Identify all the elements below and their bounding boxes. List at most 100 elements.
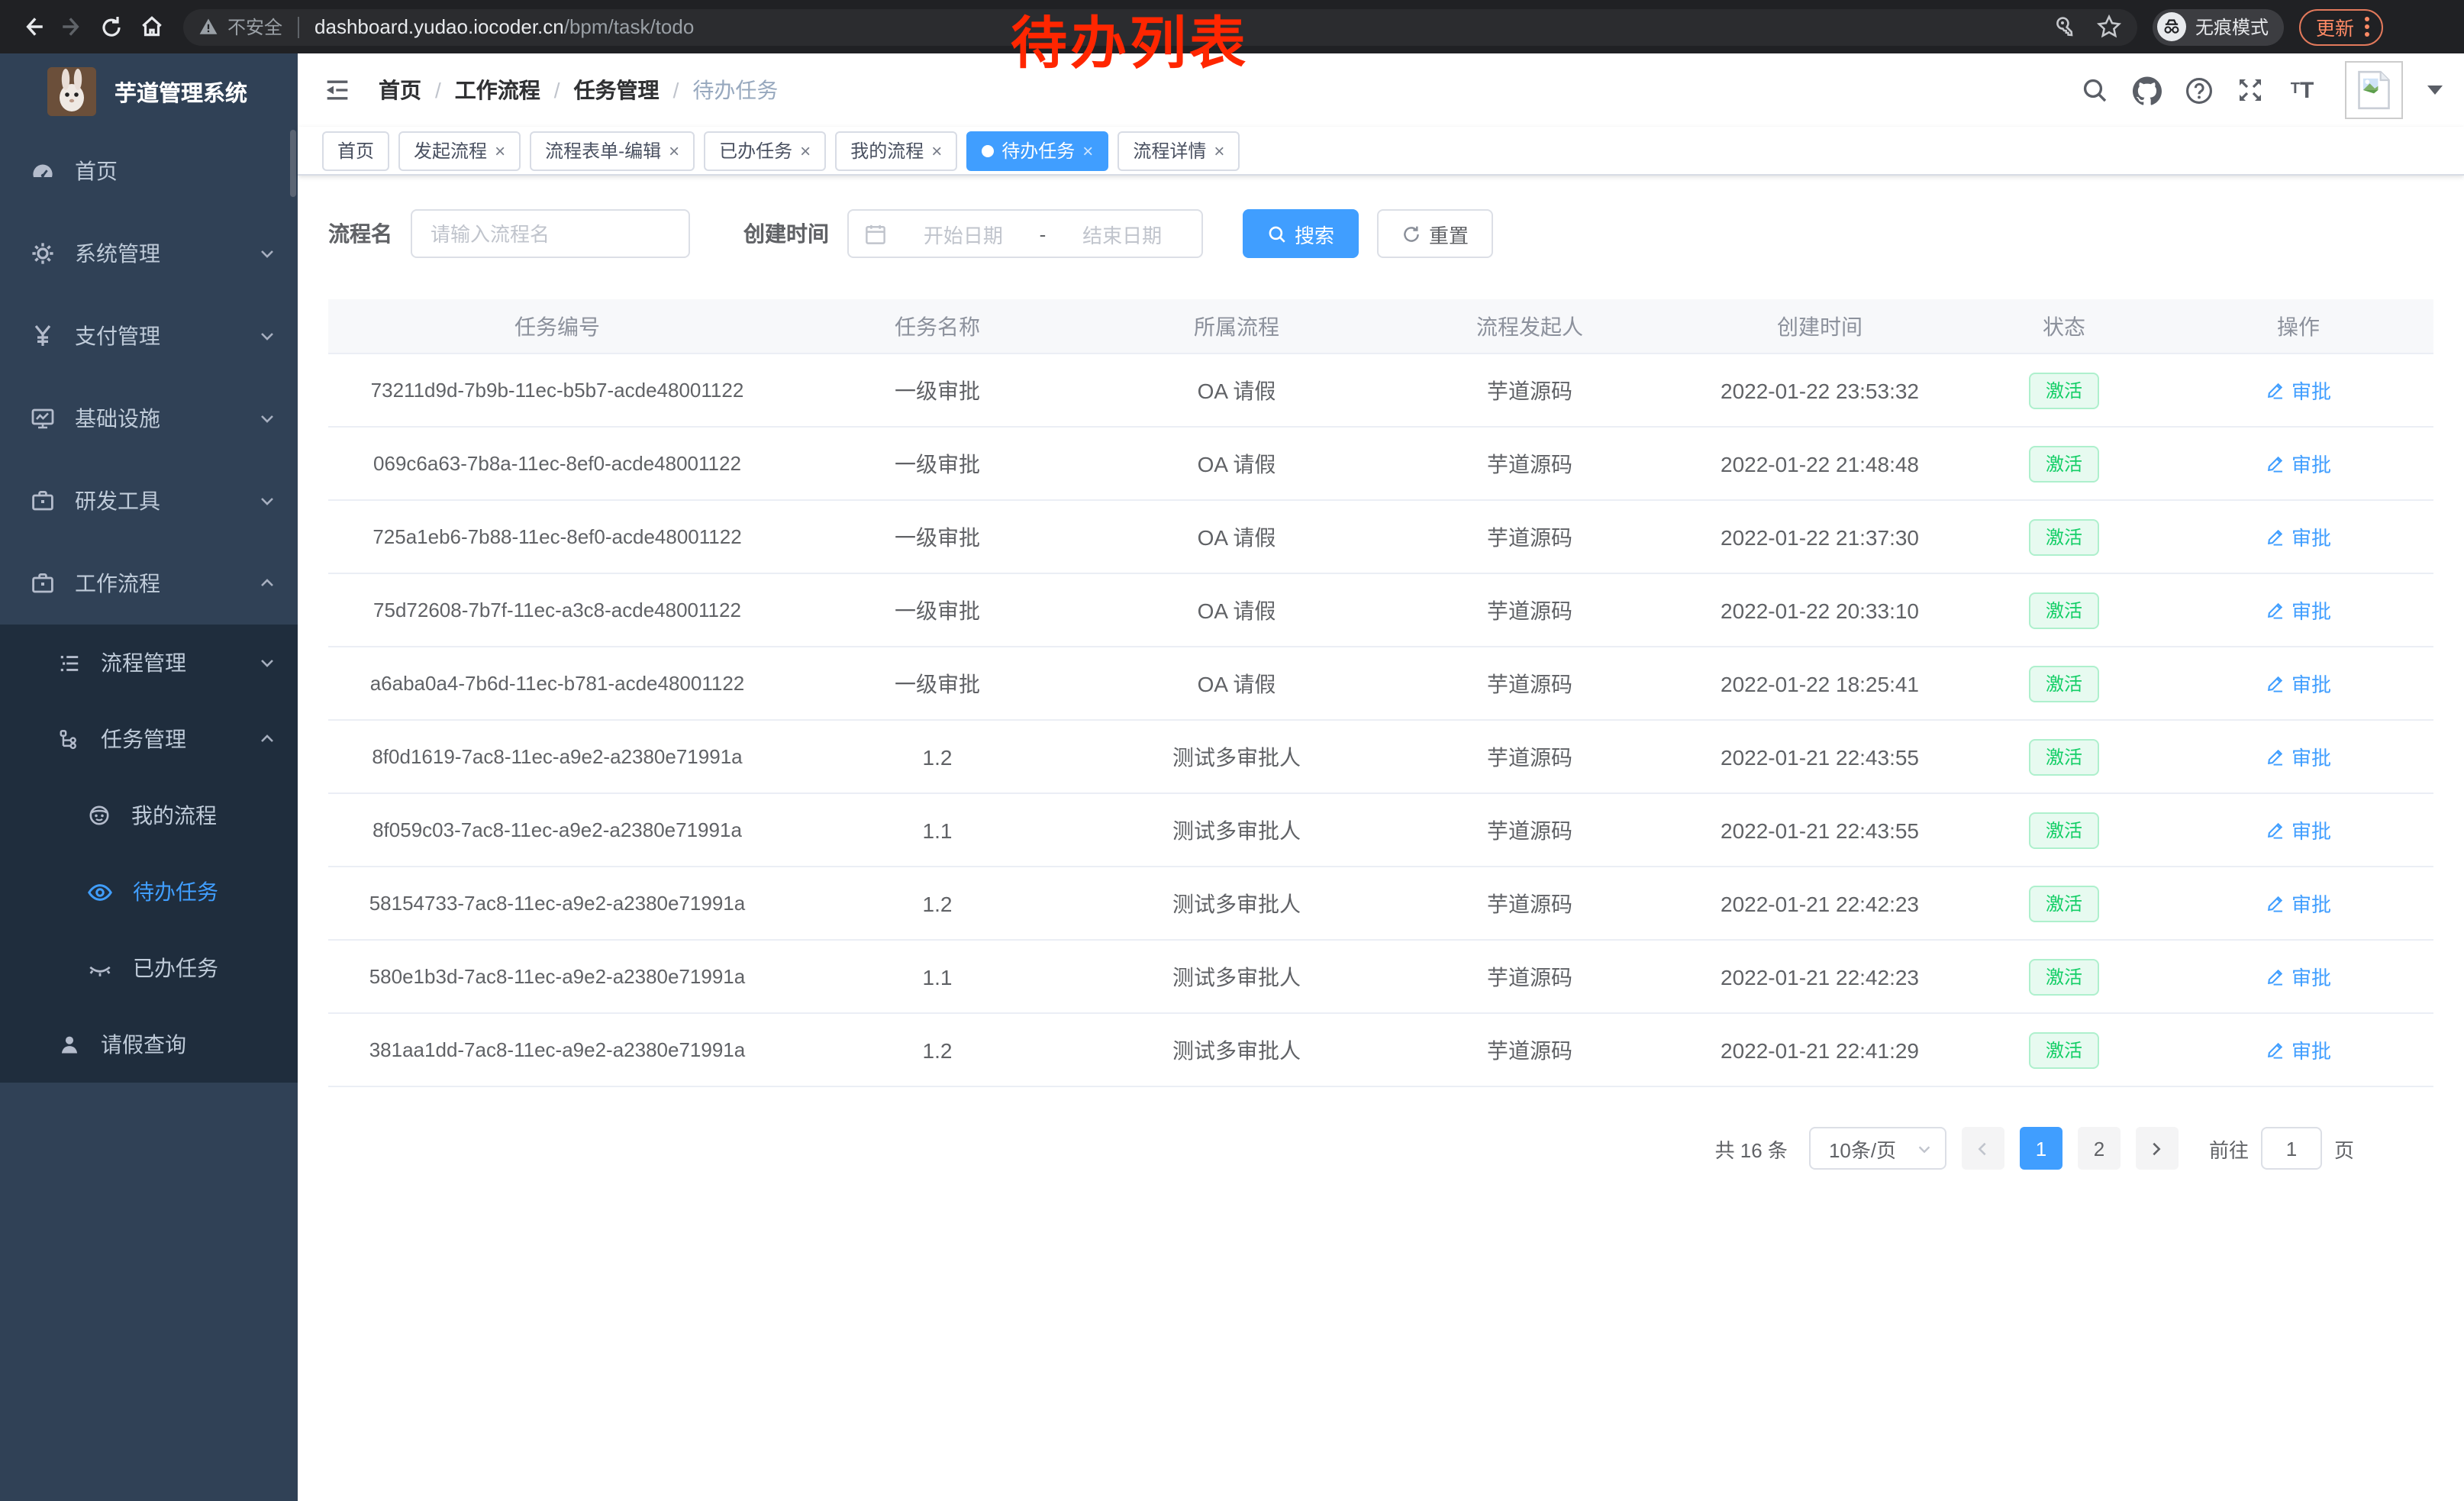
approve-link[interactable]: 审批 bbox=[2266, 815, 2331, 844]
security-warning[interactable]: 不安全 bbox=[198, 14, 282, 40]
sidebar-item-workflow[interactable]: 工作流程 bbox=[0, 542, 298, 625]
prev-page-button[interactable] bbox=[1962, 1127, 2004, 1170]
sidebar-item-task-mgmt[interactable]: 任务管理 bbox=[0, 701, 298, 777]
sidebar-item-my-process[interactable]: 我的流程 bbox=[0, 777, 298, 854]
breadcrumb-workflow[interactable]: 工作流程 bbox=[455, 75, 540, 105]
date-range-picker[interactable]: 开始日期 - 结束日期 bbox=[847, 209, 1203, 258]
chevron-down-icon bbox=[258, 244, 276, 263]
help-icon[interactable] bbox=[2183, 75, 2214, 105]
sidebar-item-process-mgmt[interactable]: 流程管理 bbox=[0, 625, 298, 701]
approve-link[interactable]: 审批 bbox=[2266, 889, 2331, 918]
browser-update-button[interactable]: 更新 bbox=[2299, 8, 2383, 45]
breadcrumb-home[interactable]: 首页 bbox=[379, 75, 421, 105]
close-icon[interactable]: × bbox=[800, 141, 811, 160]
page-button-2[interactable]: 2 bbox=[2078, 1127, 2121, 1170]
tab-start-process[interactable]: 发起流程× bbox=[398, 131, 521, 170]
goto-label: 前往 bbox=[2209, 1134, 2249, 1163]
tags-view-bar: 首页 发起流程× 流程表单-编辑× 已办任务× 我的流程× 待办任务× 流程详情… bbox=[298, 127, 2464, 176]
cell-created-time: 2022-01-21 22:43:55 bbox=[1675, 818, 1965, 842]
approve-link[interactable]: 审批 bbox=[2266, 376, 2331, 405]
reset-button[interactable]: 重置 bbox=[1377, 209, 1493, 258]
warning-icon bbox=[198, 17, 218, 37]
bookmark-star-icon[interactable] bbox=[2096, 14, 2122, 40]
sidebar-scrollbar[interactable] bbox=[290, 130, 296, 197]
sidebar-item-todo-tasks[interactable]: 待办任务 bbox=[0, 854, 298, 930]
user-icon bbox=[58, 1033, 81, 1056]
cell-process: 测试多审批人 bbox=[1088, 888, 1385, 918]
goto-unit: 页 bbox=[2334, 1134, 2354, 1163]
process-name-input[interactable] bbox=[411, 209, 690, 258]
cell-created-time: 2022-01-21 22:41:29 bbox=[1675, 1038, 1965, 1062]
tab-home[interactable]: 首页 bbox=[322, 131, 389, 170]
browser-forward-icon[interactable] bbox=[52, 7, 92, 47]
approve-link[interactable]: 审批 bbox=[2266, 1035, 2331, 1064]
close-icon[interactable]: × bbox=[495, 141, 505, 160]
sidebar-item-infrastructure[interactable]: 基础设施 bbox=[0, 377, 298, 460]
browser-menu-icon[interactable] bbox=[2365, 17, 2369, 37]
approve-link[interactable]: 审批 bbox=[2266, 522, 2331, 551]
chevron-up-icon bbox=[258, 574, 276, 592]
sidebar-collapse-icon[interactable] bbox=[318, 70, 357, 110]
approve-link[interactable]: 审批 bbox=[2266, 742, 2331, 771]
cell-task-id: 8f059c03-7ac8-11ec-a9e2-a2380e71991a bbox=[328, 818, 786, 841]
tab-process-detail[interactable]: 流程详情× bbox=[1118, 131, 1240, 170]
approve-link[interactable]: 审批 bbox=[2266, 962, 2331, 991]
briefcase-icon bbox=[31, 489, 55, 513]
browser-reload-icon[interactable] bbox=[92, 7, 131, 47]
close-icon[interactable]: × bbox=[1082, 141, 1093, 160]
avatar[interactable] bbox=[2345, 61, 2403, 119]
fullscreen-icon[interactable] bbox=[2235, 75, 2266, 105]
incognito-icon bbox=[2157, 12, 2186, 41]
sidebar-item-leave-query[interactable]: 请假查询 bbox=[0, 1006, 298, 1083]
close-icon[interactable]: × bbox=[1214, 141, 1224, 160]
cell-created-time: 2022-01-21 22:42:23 bbox=[1675, 891, 1965, 915]
close-icon[interactable]: × bbox=[669, 141, 679, 160]
top-navbar: 首页 / 工作流程 / 任务管理 / 待办任务 bbox=[298, 53, 2464, 127]
tab-done-tasks[interactable]: 已办任务× bbox=[704, 131, 826, 170]
tab-todo-tasks[interactable]: 待办任务× bbox=[966, 131, 1108, 170]
end-date-placeholder: 结束日期 bbox=[1058, 219, 1186, 248]
status-badge: 激活 bbox=[2029, 592, 2099, 628]
tab-my-process[interactable]: 我的流程× bbox=[835, 131, 957, 170]
browser-home-icon[interactable] bbox=[131, 7, 171, 47]
edit-pen-icon bbox=[2266, 673, 2285, 693]
search-icon[interactable] bbox=[2079, 75, 2110, 105]
tab-form-edit[interactable]: 流程表单-编辑× bbox=[530, 131, 695, 170]
breadcrumb-task-mgmt[interactable]: 任务管理 bbox=[574, 75, 660, 105]
column-header: 所属流程 bbox=[1088, 311, 1385, 341]
list-icon bbox=[58, 651, 81, 674]
page-size-select[interactable]: 10条/页 bbox=[1809, 1127, 1946, 1170]
sidebar-item-devtools[interactable]: 研发工具 bbox=[0, 460, 298, 542]
goto-page-input[interactable] bbox=[2261, 1127, 2322, 1170]
page-button-1[interactable]: 1 bbox=[2020, 1127, 2062, 1170]
incognito-label: 无痕模式 bbox=[2195, 14, 2269, 40]
table-row: 725a1eb6-7b88-11ec-8ef0-acde48001122 一级审… bbox=[328, 501, 2433, 574]
broken-image-icon bbox=[2357, 70, 2391, 110]
sidebar-item-home[interactable]: 首页 bbox=[0, 130, 298, 212]
password-key-icon[interactable] bbox=[2053, 15, 2078, 39]
sidebar-item-system[interactable]: 系统管理 bbox=[0, 212, 298, 295]
cell-process: OA 请假 bbox=[1088, 668, 1385, 699]
approve-link[interactable]: 审批 bbox=[2266, 449, 2331, 478]
cell-starter: 芋道源码 bbox=[1385, 888, 1675, 918]
next-page-button[interactable] bbox=[2136, 1127, 2179, 1170]
active-tab-dot bbox=[982, 144, 994, 157]
sidebar-item-payment[interactable]: 支付管理 bbox=[0, 295, 298, 377]
column-header: 流程发起人 bbox=[1385, 311, 1675, 341]
status-badge: 激活 bbox=[2029, 958, 2099, 995]
approve-link[interactable]: 审批 bbox=[2266, 596, 2331, 625]
cell-starter: 芋道源码 bbox=[1385, 815, 1675, 845]
monitor-icon bbox=[31, 406, 55, 431]
avatar-menu-caret-icon[interactable] bbox=[2427, 86, 2443, 95]
cell-task-id: a6aba0a4-7b6d-11ec-b781-acde48001122 bbox=[328, 672, 786, 695]
github-icon[interactable] bbox=[2131, 75, 2162, 105]
approve-link[interactable]: 审批 bbox=[2266, 669, 2331, 698]
search-button[interactable]: 搜索 bbox=[1243, 209, 1359, 258]
close-icon[interactable]: × bbox=[931, 141, 942, 160]
sidebar-item-done-tasks[interactable]: 已办任务 bbox=[0, 930, 298, 1006]
sidebar-logo[interactable]: 芋道管理系统 bbox=[0, 53, 298, 130]
cell-task-name: 一级审批 bbox=[786, 375, 1088, 405]
font-size-icon[interactable]: TT bbox=[2287, 75, 2317, 105]
browser-back-icon[interactable] bbox=[12, 7, 52, 47]
breadcrumb-separator: / bbox=[673, 78, 679, 102]
